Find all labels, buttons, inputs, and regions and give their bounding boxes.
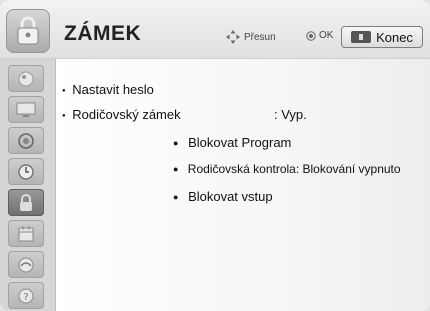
svg-text:?: ? — [23, 292, 28, 303]
parental-lock-value: : Vyp. — [274, 107, 307, 122]
sidebar-item-network[interactable] — [8, 251, 44, 278]
tv-screen-icon — [16, 102, 36, 117]
sidebar-item-help[interactable]: ? — [8, 282, 44, 309]
move-hint-label: Přesun — [244, 31, 276, 43]
help-icon: ? — [18, 288, 34, 303]
set-password-item[interactable]: Nastavit heslo — [62, 82, 154, 97]
sidebar-item-audio[interactable] — [8, 127, 44, 154]
block-program-label: Blokovat Program — [188, 135, 292, 150]
sidebar-item-picture[interactable] — [8, 65, 44, 92]
move-hint: Přesun — [226, 30, 276, 44]
exit-button[interactable]: Konec — [341, 26, 423, 48]
calendar-icon — [18, 225, 34, 241]
sidebar-item-screen[interactable] — [8, 96, 44, 123]
ok-hint-label: OK — [319, 30, 334, 41]
dpad-icon — [226, 30, 240, 44]
ok-button-icon — [306, 30, 316, 41]
parental-lock-item[interactable]: Rodičovský zámek — [62, 107, 181, 122]
sidebar-item-time[interactable] — [8, 158, 44, 185]
menu-header: ZÁMEK Přesun OK Konec — [0, 0, 430, 59]
lock-settings-panel: Nastavit heslo Rodičovský zámek : Vyp. B… — [56, 59, 430, 311]
parental-control-item[interactable]: Rodičovská kontrola: Blokování vypnuto — [173, 162, 401, 176]
parental-lock-label: Rodičovský zámek — [72, 107, 181, 122]
page-title: ZÁMEK — [64, 22, 142, 45]
block-program-item[interactable]: Blokovat Program — [173, 135, 291, 150]
parental-control-label: Rodičovská kontrola: Blokování vypnuto — [187, 162, 401, 176]
set-password-label: Nastavit heslo — [72, 82, 154, 97]
block-input-label: Blokovat vstup — [188, 189, 273, 204]
clock-icon — [18, 163, 34, 180]
network-icon — [18, 257, 34, 272]
picture-icon — [18, 71, 34, 86]
audio-icon — [18, 132, 34, 149]
block-input-item[interactable]: Blokovat vstup — [173, 189, 273, 204]
lock-menu-window: ZÁMEK Přesun OK Konec ? ● Nastavit heslo… — [0, 0, 430, 311]
lock-icon — [20, 193, 32, 211]
lock-category-icon — [6, 9, 50, 53]
ok-hint: OK — [306, 30, 333, 41]
sidebar-item-lock[interactable] — [8, 189, 44, 216]
exit-button-label: Konec — [376, 29, 413, 45]
category-sidebar: ? — [0, 59, 56, 311]
sidebar-item-options[interactable] — [8, 220, 44, 247]
exit-key-icon — [351, 31, 372, 43]
